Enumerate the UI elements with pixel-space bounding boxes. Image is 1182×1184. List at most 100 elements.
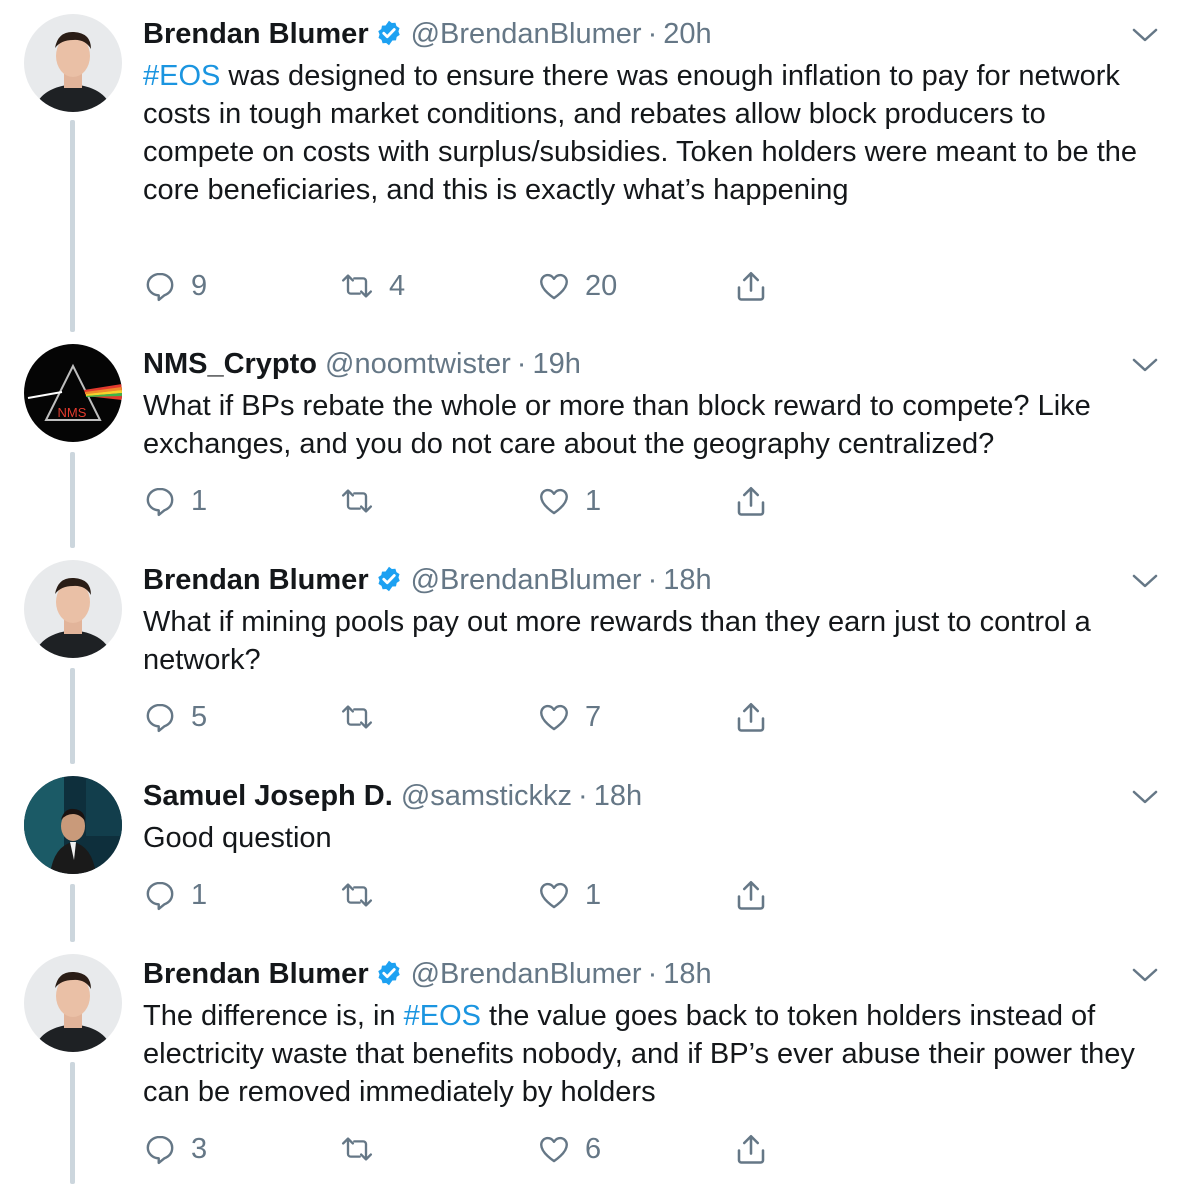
- tweet-text: What if mining pools pay out more reward…: [143, 603, 1163, 679]
- retweet-icon: [341, 705, 373, 729]
- avatar[interactable]: [24, 14, 122, 112]
- reply-button[interactable]: 1: [143, 875, 207, 915]
- retweet-icon: [341, 883, 373, 907]
- like-count: 1: [585, 484, 602, 517]
- like-count: 20: [585, 269, 618, 302]
- chevron-down-icon[interactable]: [1130, 964, 1160, 991]
- tweet-text-part: was designed to ensure there was enough …: [143, 60, 1138, 206]
- reply-icon: [146, 703, 174, 733]
- tweet-header: NMS_Crypto @noomtwister · 19h: [143, 344, 581, 384]
- reply-button[interactable]: 5: [143, 697, 207, 737]
- retweet-button[interactable]: [339, 697, 389, 737]
- tweet-actions: 9 4 20: [143, 266, 843, 306]
- reply-count: 1: [191, 878, 208, 911]
- avatar[interactable]: [24, 560, 122, 658]
- tweet-text-part: The difference is, in: [143, 1000, 404, 1032]
- tweet-actions: 1 1: [143, 875, 843, 915]
- author-name[interactable]: Samuel Joseph D.: [143, 780, 393, 812]
- author-handle[interactable]: @noomtwister: [325, 348, 511, 380]
- tweet-text-part: What if mining pools pay out more reward…: [143, 606, 1091, 676]
- tweet-timestamp[interactable]: 18h: [663, 958, 711, 990]
- separator-dot: ·: [647, 564, 658, 596]
- like-icon: [540, 704, 568, 731]
- avatar[interactable]: [24, 776, 122, 874]
- tweet-actions: 1 1: [143, 481, 843, 521]
- tweet-timestamp[interactable]: 18h: [663, 564, 711, 596]
- share-icon: [737, 486, 765, 516]
- chevron-down-icon[interactable]: [1130, 354, 1160, 381]
- reply-icon: [146, 1135, 174, 1165]
- separator-dot: ·: [647, 18, 658, 50]
- author-handle[interactable]: @BrendanBlumer: [411, 18, 642, 50]
- reply-count: 1: [191, 484, 208, 517]
- like-count: 1: [585, 878, 602, 911]
- separator-dot: ·: [647, 958, 658, 990]
- tweet[interactable]: Samuel Joseph D. @samstickkz · 18h Good que…: [0, 776, 1182, 926]
- like-icon: [540, 273, 568, 300]
- avatar[interactable]: NMS: [24, 344, 122, 442]
- reply-button[interactable]: 1: [143, 481, 207, 521]
- like-icon: [540, 1136, 568, 1163]
- retweet-button[interactable]: 4: [339, 266, 405, 306]
- like-button[interactable]: 7: [537, 697, 601, 737]
- like-button[interactable]: 1: [537, 875, 601, 915]
- author-name[interactable]: NMS_Crypto: [143, 348, 317, 380]
- chevron-down-icon[interactable]: [1130, 786, 1160, 813]
- author-handle[interactable]: @samstickkz: [401, 780, 572, 812]
- tweet-actions: 5 7: [143, 697, 843, 737]
- tweet-header: Brendan Blumer @BrendanBlumer · 18h: [143, 954, 712, 994]
- like-button[interactable]: 6: [537, 1129, 601, 1169]
- tweet-text-part: Good question: [143, 822, 332, 854]
- retweet-button[interactable]: [339, 875, 389, 915]
- chevron-down-icon[interactable]: [1130, 570, 1160, 597]
- share-icon: [737, 271, 765, 301]
- retweet-icon: [341, 274, 373, 298]
- like-button[interactable]: 1: [537, 481, 601, 521]
- tweet-header: Brendan Blumer @BrendanBlumer · 18h: [143, 560, 712, 600]
- tweet-timestamp[interactable]: 18h: [594, 780, 642, 812]
- reply-count: 9: [191, 269, 208, 302]
- reply-button[interactable]: 9: [143, 266, 207, 306]
- retweet-button[interactable]: [339, 481, 389, 521]
- retweet-button[interactable]: [339, 1129, 389, 1169]
- author-name[interactable]: Brendan Blumer: [143, 18, 369, 50]
- reply-button[interactable]: 3: [143, 1129, 207, 1169]
- reply-count: 3: [191, 1132, 208, 1165]
- author-name[interactable]: Brendan Blumer: [143, 958, 369, 990]
- hashtag-link[interactable]: #EOS: [143, 60, 220, 92]
- separator-dot: ·: [578, 780, 588, 812]
- retweet-count: 4: [389, 269, 406, 302]
- separator-dot: ·: [516, 348, 527, 380]
- tweet[interactable]: Brendan Blumer @BrendanBlumer · 18h The dif…: [0, 954, 1182, 1179]
- share-icon: [737, 880, 765, 910]
- tweet-timestamp[interactable]: 19h: [532, 348, 580, 380]
- share-button[interactable]: [733, 1129, 769, 1169]
- tweet-header: Samuel Joseph D. @samstickkz · 18h: [143, 776, 642, 816]
- tweet-actions: 3 6: [143, 1129, 843, 1169]
- avatar[interactable]: [24, 954, 122, 1052]
- like-icon: [540, 882, 568, 909]
- tweet-text: The difference is, in #EOS the value goe…: [143, 997, 1163, 1111]
- author-handle[interactable]: @BrendanBlumer: [411, 564, 642, 596]
- verified-badge-icon: [375, 564, 403, 604]
- share-icon: [737, 1134, 765, 1164]
- hashtag-link[interactable]: #EOS: [404, 1000, 481, 1032]
- reply-icon: [146, 272, 174, 302]
- like-button[interactable]: 20: [537, 266, 617, 306]
- author-name[interactable]: Brendan Blumer: [143, 564, 369, 596]
- tweet-header: Brendan Blumer @BrendanBlumer · 20h: [143, 14, 712, 54]
- tweet[interactable]: Brendan Blumer @BrendanBlumer · 18h What if…: [0, 560, 1182, 750]
- reply-count: 5: [191, 700, 208, 733]
- share-button[interactable]: [733, 875, 769, 915]
- tweet[interactable]: Brendan Blumer @BrendanBlumer · 20h #EOS wa…: [0, 14, 1182, 314]
- chevron-down-icon[interactable]: [1130, 24, 1160, 51]
- avatar-text: NMS: [58, 405, 87, 420]
- share-button[interactable]: [733, 697, 769, 737]
- share-button[interactable]: [733, 481, 769, 521]
- tweet-text: #EOS was designed to ensure there was en…: [143, 57, 1163, 209]
- tweet-timestamp[interactable]: 20h: [663, 18, 711, 50]
- like-count: 7: [585, 700, 602, 733]
- share-button[interactable]: [733, 266, 769, 306]
- author-handle[interactable]: @BrendanBlumer: [411, 958, 642, 990]
- tweet[interactable]: NMS NMS_Crypto @noomtwister · 19h What if B…: [0, 344, 1182, 534]
